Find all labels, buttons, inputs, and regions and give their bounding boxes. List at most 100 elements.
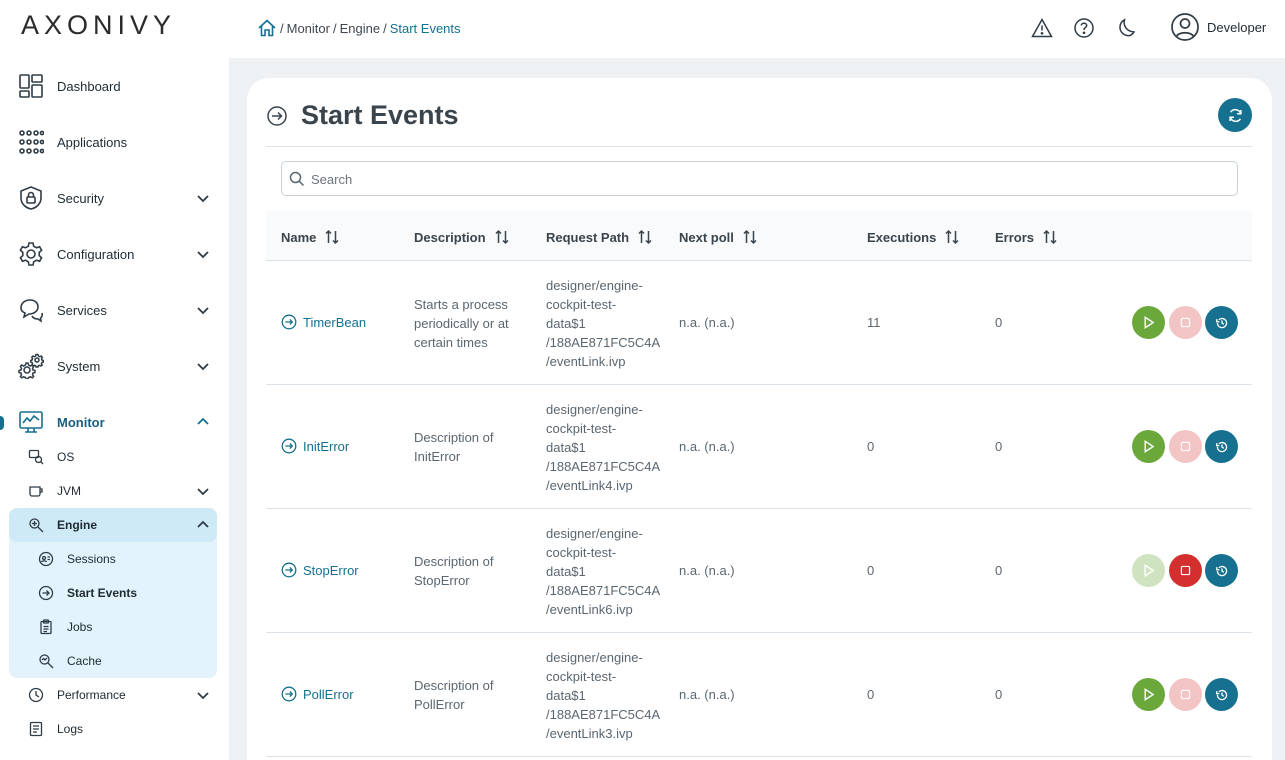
- start-event-name: StopError: [303, 562, 359, 578]
- start-event-name-link[interactable]: PollError: [281, 686, 354, 702]
- breadcrumb: / Monitor / Engine / Start Events: [257, 18, 461, 38]
- chat-bubbles-icon: [20, 299, 43, 323]
- sidebar-item-label: OS: [57, 450, 75, 464]
- description-cell: Description of PollError: [414, 676, 493, 714]
- sidebar-item-performance[interactable]: Performance: [0, 680, 229, 710]
- start-event-name: InitError: [303, 438, 350, 454]
- sidebar-item-monitor[interactable]: Monitor: [0, 402, 229, 442]
- column-header-description[interactable]: Description: [414, 229, 510, 245]
- sidebar-item-logs[interactable]: Logs: [0, 714, 229, 744]
- warning-icon[interactable]: [1031, 17, 1053, 39]
- breadcrumb-separator: /: [383, 20, 387, 36]
- breadcrumb-item-monitor[interactable]: Monitor: [287, 21, 330, 36]
- search-icon: [289, 171, 305, 187]
- history-button[interactable]: [1205, 306, 1238, 339]
- request-path-line: cockpit-test-: [546, 296, 617, 312]
- request-path-line: designer/engine-: [546, 525, 643, 541]
- history-icon: [1215, 689, 1227, 700]
- history-button[interactable]: [1205, 678, 1238, 711]
- request-path-line: /188AE871FC5C4A: [546, 582, 661, 598]
- request-path-line: designer/engine-: [546, 401, 643, 417]
- stop-icon: [1180, 689, 1191, 700]
- dark-mode-moon-icon[interactable]: [1115, 17, 1137, 39]
- start-button[interactable]: [1132, 430, 1165, 463]
- chevron-down-icon[interactable]: [195, 687, 211, 703]
- start-event-name-link[interactable]: StopError: [281, 562, 359, 578]
- description-cell: Description of StopError: [414, 552, 493, 590]
- refresh-button[interactable]: [1218, 98, 1252, 132]
- start-event-name-link[interactable]: TimerBean: [281, 314, 366, 330]
- play-icon: [1144, 440, 1155, 453]
- sidebar-item-label: Monitor: [57, 414, 105, 430]
- request-path-line: designer/engine-: [546, 649, 643, 665]
- sidebar-item-cache[interactable]: Cache: [0, 646, 229, 676]
- start-button[interactable]: [1132, 678, 1165, 711]
- chevron-down-icon[interactable]: [195, 483, 211, 499]
- column-header-next-poll[interactable]: Next poll: [679, 229, 758, 245]
- play-icon: [1144, 564, 1155, 577]
- chevron-down-icon[interactable]: [195, 358, 211, 374]
- sidebar-item-label: Performance: [57, 688, 126, 702]
- sidebar-item-jvm[interactable]: JVM: [0, 476, 229, 506]
- sidebar-item-os[interactable]: OS: [0, 442, 229, 472]
- clock-icon: [28, 687, 44, 703]
- sidebar-item-start-events[interactable]: Start Events: [0, 578, 229, 608]
- sidebar-item-label: Dashboard: [57, 78, 121, 94]
- search-placeholder: Search: [311, 172, 353, 187]
- chevron-up-icon[interactable]: [195, 517, 211, 533]
- column-header-label: Request Path: [546, 229, 630, 245]
- user-menu[interactable]: Developer: [1170, 12, 1266, 42]
- arrow-circle-icon: [281, 314, 297, 330]
- next-poll-cell: n.a. (n.a.): [679, 687, 735, 702]
- start-event-name: PollError: [303, 686, 354, 702]
- search-input[interactable]: Search: [281, 161, 1238, 196]
- sidebar-item-services[interactable]: Services: [0, 290, 229, 330]
- user-name: Developer: [1207, 19, 1267, 35]
- sidebar-item-security[interactable]: Security: [0, 178, 229, 218]
- history-button[interactable]: [1205, 554, 1238, 587]
- start-event-name-link[interactable]: InitError: [281, 438, 349, 454]
- request-path-line: designer/engine-: [546, 277, 643, 293]
- sort-icon: [945, 229, 959, 245]
- column-header-errors[interactable]: Errors: [995, 229, 1058, 245]
- next-poll-cell: n.a. (n.a.): [679, 315, 735, 330]
- column-header-executions[interactable]: Executions: [867, 229, 960, 245]
- sidebar-item-label: Start Events: [67, 586, 138, 600]
- sidebar-item-label: Cache: [67, 654, 102, 668]
- breadcrumb-item-engine[interactable]: Engine: [340, 21, 380, 36]
- stop-button[interactable]: [1169, 430, 1202, 463]
- description-line: StopError: [414, 573, 470, 588]
- start-button[interactable]: [1132, 306, 1165, 339]
- stop-button[interactable]: [1169, 554, 1202, 587]
- sidebar-item-applications[interactable]: Applications: [0, 122, 229, 162]
- column-header-request-path[interactable]: Request Path: [546, 229, 653, 245]
- stop-button[interactable]: [1169, 306, 1202, 339]
- sidebar-item-jobs[interactable]: Jobs: [0, 612, 229, 642]
- sidebar-item-system[interactable]: System: [0, 346, 229, 386]
- chevron-down-icon[interactable]: [195, 302, 211, 318]
- request-path-line: cockpit-test-: [546, 668, 617, 684]
- description-line: Starts a process: [414, 296, 508, 312]
- table-row: StopError Description of StopError designer…: [266, 509, 1252, 633]
- sidebar-item-configuration[interactable]: Configuration: [0, 234, 229, 274]
- sort-icon: [494, 229, 509, 245]
- document-icon: [29, 721, 43, 737]
- request-path-line: cockpit-test-: [546, 420, 617, 436]
- home-icon[interactable]: [257, 18, 277, 38]
- executions-cell: 11: [867, 315, 881, 330]
- sidebar-item-sessions[interactable]: Sessions: [0, 544, 229, 574]
- stop-button[interactable]: [1169, 678, 1202, 711]
- history-button[interactable]: [1205, 430, 1238, 463]
- table-row: TimerBean Starts a process periodically or…: [266, 261, 1252, 385]
- description-cell: Starts a process periodically or at certai…: [414, 295, 509, 352]
- sidebar-item-engine[interactable]: Engine: [0, 510, 229, 540]
- sidebar-item-dashboard[interactable]: Dashboard: [0, 66, 229, 106]
- chevron-up-icon[interactable]: [195, 414, 211, 430]
- chevron-down-icon[interactable]: [195, 190, 211, 206]
- start-button[interactable]: [1132, 554, 1165, 587]
- sidebar-item-label: Security: [57, 190, 104, 206]
- sidebar-item-label: Services: [57, 302, 107, 318]
- help-icon[interactable]: [1073, 17, 1095, 39]
- chevron-down-icon[interactable]: [195, 246, 211, 262]
- column-header-name[interactable]: Name: [281, 229, 340, 245]
